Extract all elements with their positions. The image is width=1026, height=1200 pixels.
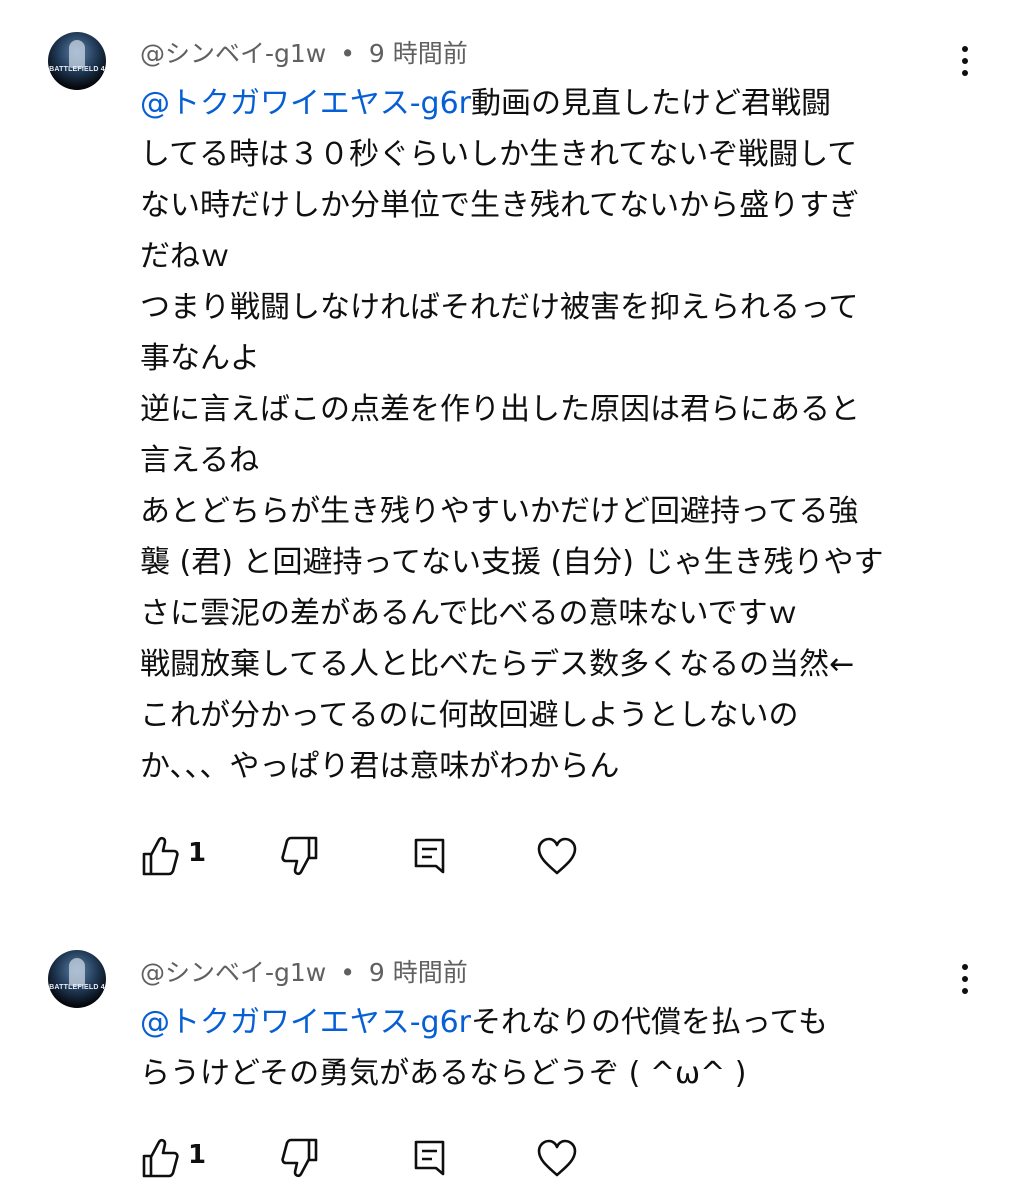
comment-line: さに雲泥の差があるんで比べるの意味ないですｗ (140, 596, 798, 631)
dislike-button[interactable] (280, 834, 324, 878)
reply-button[interactable] (412, 1136, 452, 1180)
comment-line: それなりの代償を払っても (471, 1005, 828, 1040)
comment-line: つまり戦闘しなければそれだけ被害を抑えられるって (140, 290, 859, 325)
dislike-button[interactable] (280, 1136, 324, 1180)
meta-separator: • (340, 958, 355, 987)
comment-line: だねｗ (140, 239, 230, 274)
like-count: 1 (188, 1140, 207, 1170)
comment-line: これが分かってるのに何故回避しようとしないの (140, 698, 799, 733)
heart-icon (537, 1139, 577, 1177)
thumbs-down-icon (281, 1138, 318, 1178)
timestamp[interactable]: 9 時間前 (369, 958, 468, 987)
comment-line: か、、、やっぱり君は意味がわからん (140, 749, 620, 784)
avatar-figure (69, 40, 85, 68)
comment-line: 言えるね (140, 443, 260, 478)
avatar-logo-text: BATTLEFIELD 4 (49, 984, 105, 991)
comment: BATTLEFIELD 4 @シンベイ-g1w • 9 時間前 @トクガワイエヤ… (0, 920, 1026, 1200)
more-vertical-icon (962, 58, 968, 64)
comment-line: 戦闘放棄してる人と比べたらデス数多くなるの当然← (140, 647, 855, 682)
more-vertical-icon (962, 976, 968, 982)
heart-button[interactable] (536, 834, 580, 878)
mention-link[interactable]: @トクガワイエヤス-g6r (140, 86, 471, 121)
more-options-button[interactable] (952, 44, 978, 78)
timestamp[interactable]: 9 時間前 (369, 39, 468, 68)
comment-line: ない時だけしか分単位で生き残れてないから盛りすぎ (140, 188, 860, 223)
comment-text: @トクガワイエヤス-g6r動画の見直したけど君戦闘 してる時は３０秒ぐらいしか生… (140, 78, 970, 792)
like-button[interactable]: 1 (140, 1136, 220, 1180)
more-vertical-icon (962, 46, 968, 52)
avatar[interactable]: BATTLEFIELD 4 (48, 950, 106, 1008)
thumbs-up-icon (142, 1138, 179, 1178)
comment-line: 逆に言えばこの点差を作り出した原因は君らにあると (140, 392, 860, 427)
avatar-logo-text: BATTLEFIELD 4 (49, 66, 105, 73)
avatar[interactable]: BATTLEFIELD 4 (48, 32, 106, 90)
like-count: 1 (188, 838, 207, 868)
mention-link[interactable]: @トクガワイエヤス-g6r (140, 1005, 471, 1040)
comment-actions: 1 (140, 834, 600, 878)
reply-button[interactable] (412, 834, 452, 878)
more-options-button[interactable] (952, 962, 978, 996)
thumbs-down-icon (281, 836, 318, 876)
comment-line: らうけどその勇気があるならどうぞ ( ^ω^ ) (140, 1056, 747, 1091)
comment-text: @トクガワイエヤス-g6rそれなりの代償を払っても らうけどその勇気があるならど… (140, 997, 970, 1099)
comment-header: @シンベイ-g1w • 9 時間前 (140, 953, 468, 989)
heart-button[interactable] (536, 1136, 580, 1180)
author-name[interactable]: @シンベイ-g1w (140, 39, 326, 68)
comment-line: あとどちらが生き残りやすいかだけど回避持ってる強 (140, 494, 859, 529)
more-vertical-icon (962, 988, 968, 994)
comment-line: 動画の見直したけど君戦闘 (471, 86, 831, 121)
meta-separator: • (340, 39, 355, 68)
thumbs-up-icon (142, 836, 179, 876)
more-vertical-icon (962, 964, 968, 970)
comment-actions: 1 (140, 1136, 600, 1180)
avatar-figure (69, 958, 85, 986)
comment-line: 襲 (君) と回避持ってない支援 (自分) じゃ生き残りやす (140, 545, 884, 580)
comment-line: 事なんよ (140, 341, 260, 376)
comment-line: してる時は３０秒ぐらいしか生きれてないぞ戦闘して (140, 137, 858, 172)
reply-comment-icon (414, 1140, 445, 1176)
comment-header: @シンベイ-g1w • 9 時間前 (140, 34, 468, 70)
reply-comment-icon (414, 838, 445, 874)
like-button[interactable]: 1 (140, 834, 220, 878)
author-name[interactable]: @シンベイ-g1w (140, 958, 326, 987)
heart-icon (537, 837, 577, 875)
comment: BATTLEFIELD 4 @シンベイ-g1w • 9 時間前 @トクガワイエヤ… (0, 0, 1026, 900)
more-vertical-icon (962, 70, 968, 76)
